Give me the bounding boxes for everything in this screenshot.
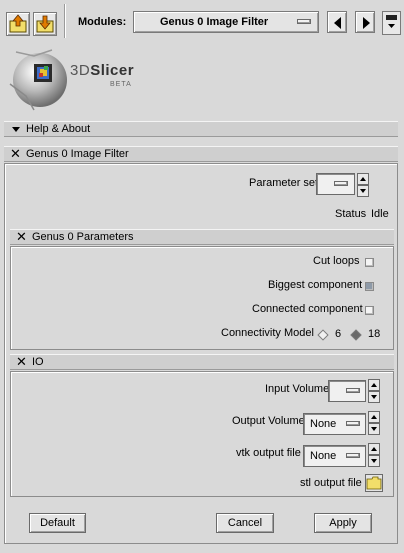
parameters-header[interactable]: ✕ Genus 0 Parameters xyxy=(10,229,394,245)
help-about-header[interactable]: Help & About xyxy=(4,121,398,137)
spin-down-icon[interactable] xyxy=(357,185,369,197)
modules-label: Modules: xyxy=(78,16,127,28)
spin-down-icon[interactable] xyxy=(368,455,380,467)
biggest-component-checkbox[interactable] xyxy=(365,282,374,291)
vtk-output-menu[interactable]: None xyxy=(303,445,366,467)
module-history-button[interactable] xyxy=(382,11,401,35)
collapse-x-icon: ✕ xyxy=(10,146,21,161)
spin-up-icon[interactable] xyxy=(368,411,380,423)
previous-module-button[interactable] xyxy=(327,11,347,33)
slicer-logo-icon xyxy=(9,49,67,111)
connected-component-label: Connected component xyxy=(252,303,363,315)
module-title: Genus 0 Image Filter xyxy=(26,148,129,160)
vtk-output-value: None xyxy=(310,450,337,462)
parameters-title: Genus 0 Parameters xyxy=(32,231,134,243)
arrow-left-icon xyxy=(334,17,341,29)
input-volume-spinner[interactable] xyxy=(368,379,380,403)
logo-name: Slicer xyxy=(90,62,135,79)
load-scene-button[interactable] xyxy=(6,12,30,36)
output-volume-spinner[interactable] xyxy=(368,411,380,435)
cut-loops-checkbox[interactable] xyxy=(365,258,374,267)
connected-component-checkbox[interactable] xyxy=(365,306,374,315)
toolbar-separator xyxy=(64,4,66,38)
parameter-set-spinner[interactable] xyxy=(357,173,369,197)
status-label: Status xyxy=(335,208,367,220)
folder-up-icon xyxy=(9,14,27,33)
logo-beta-tag: BETA xyxy=(110,81,132,88)
save-scene-button[interactable] xyxy=(33,12,57,36)
apply-button[interactable]: Apply xyxy=(314,513,372,533)
module-selector-value: Genus 0 Image Filter xyxy=(160,16,269,28)
cut-loops-label: Cut loops xyxy=(313,255,360,267)
logo-prefix: 3D xyxy=(70,62,91,79)
folder-down-icon xyxy=(36,15,54,33)
input-volume-label: Input Volume xyxy=(265,383,330,395)
stl-output-label: stl output file xyxy=(300,477,362,489)
collapse-x-icon: ✕ xyxy=(16,354,27,369)
toolbar: Modules: Genus 0 Image Filter xyxy=(0,0,404,44)
output-volume-label: Output Volume xyxy=(232,415,305,427)
app-logo-text: 3DSlicer xyxy=(70,62,134,79)
menu-icon xyxy=(386,15,397,28)
module-selector[interactable]: Genus 0 Image Filter xyxy=(133,11,319,33)
folder-icon xyxy=(366,476,382,490)
spin-up-icon[interactable] xyxy=(368,379,380,391)
io-header[interactable]: ✕ IO xyxy=(10,354,394,370)
connectivity-6-label: 6 xyxy=(335,328,342,340)
menu-indicator-icon xyxy=(346,453,360,458)
connectivity-model-label: Connectivity Model xyxy=(221,327,314,339)
output-volume-value: None xyxy=(310,418,337,430)
biggest-component-label: Biggest component xyxy=(268,279,363,291)
collapse-triangle-icon xyxy=(12,127,20,132)
menu-indicator-icon xyxy=(346,421,360,426)
stl-output-browse-button[interactable] xyxy=(365,474,383,492)
module-header[interactable]: ✕ Genus 0 Image Filter xyxy=(4,146,398,162)
connectivity-18-label: 18 xyxy=(368,328,381,340)
cancel-button[interactable]: Cancel xyxy=(216,513,274,533)
help-about-label: Help & About xyxy=(26,123,91,135)
menu-indicator-icon xyxy=(346,388,360,393)
default-button[interactable]: Default xyxy=(29,513,86,533)
spin-down-icon[interactable] xyxy=(368,391,380,403)
input-volume-menu[interactable] xyxy=(328,380,366,402)
menu-indicator-icon xyxy=(297,19,311,24)
vtk-output-spinner[interactable] xyxy=(368,443,380,467)
spin-up-icon[interactable] xyxy=(357,173,369,185)
next-module-button[interactable] xyxy=(355,11,375,33)
arrow-right-icon xyxy=(363,17,370,29)
collapse-x-icon: ✕ xyxy=(16,229,27,244)
vtk-output-label: vtk output file xyxy=(236,447,301,459)
menu-indicator-icon xyxy=(334,181,348,186)
spin-down-icon[interactable] xyxy=(368,423,380,435)
output-volume-menu[interactable]: None xyxy=(303,413,366,435)
io-title: IO xyxy=(32,356,44,368)
status-value: Idle xyxy=(371,208,389,220)
parameter-set-label: Parameter set xyxy=(249,177,319,189)
spin-up-icon[interactable] xyxy=(368,443,380,455)
parameter-set-menu[interactable] xyxy=(316,173,355,195)
